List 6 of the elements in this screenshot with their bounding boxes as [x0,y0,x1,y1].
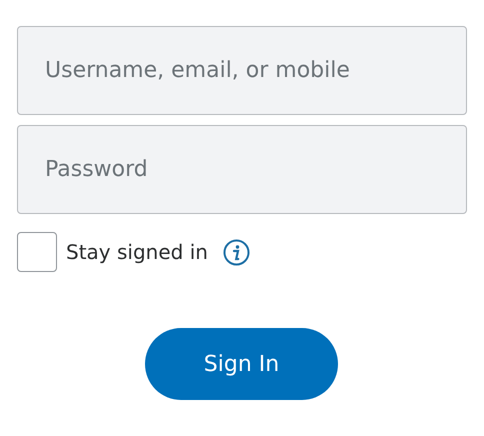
info-icon[interactable] [222,238,250,266]
input-field[interactable]: Password [17,125,467,214]
sign-in-button[interactable]: Sign In [145,328,338,400]
input-field[interactable]: Username, email, or mobile [17,26,467,115]
checkbox-label: Stay signed in [66,240,208,264]
checkbox[interactable] [17,232,57,272]
